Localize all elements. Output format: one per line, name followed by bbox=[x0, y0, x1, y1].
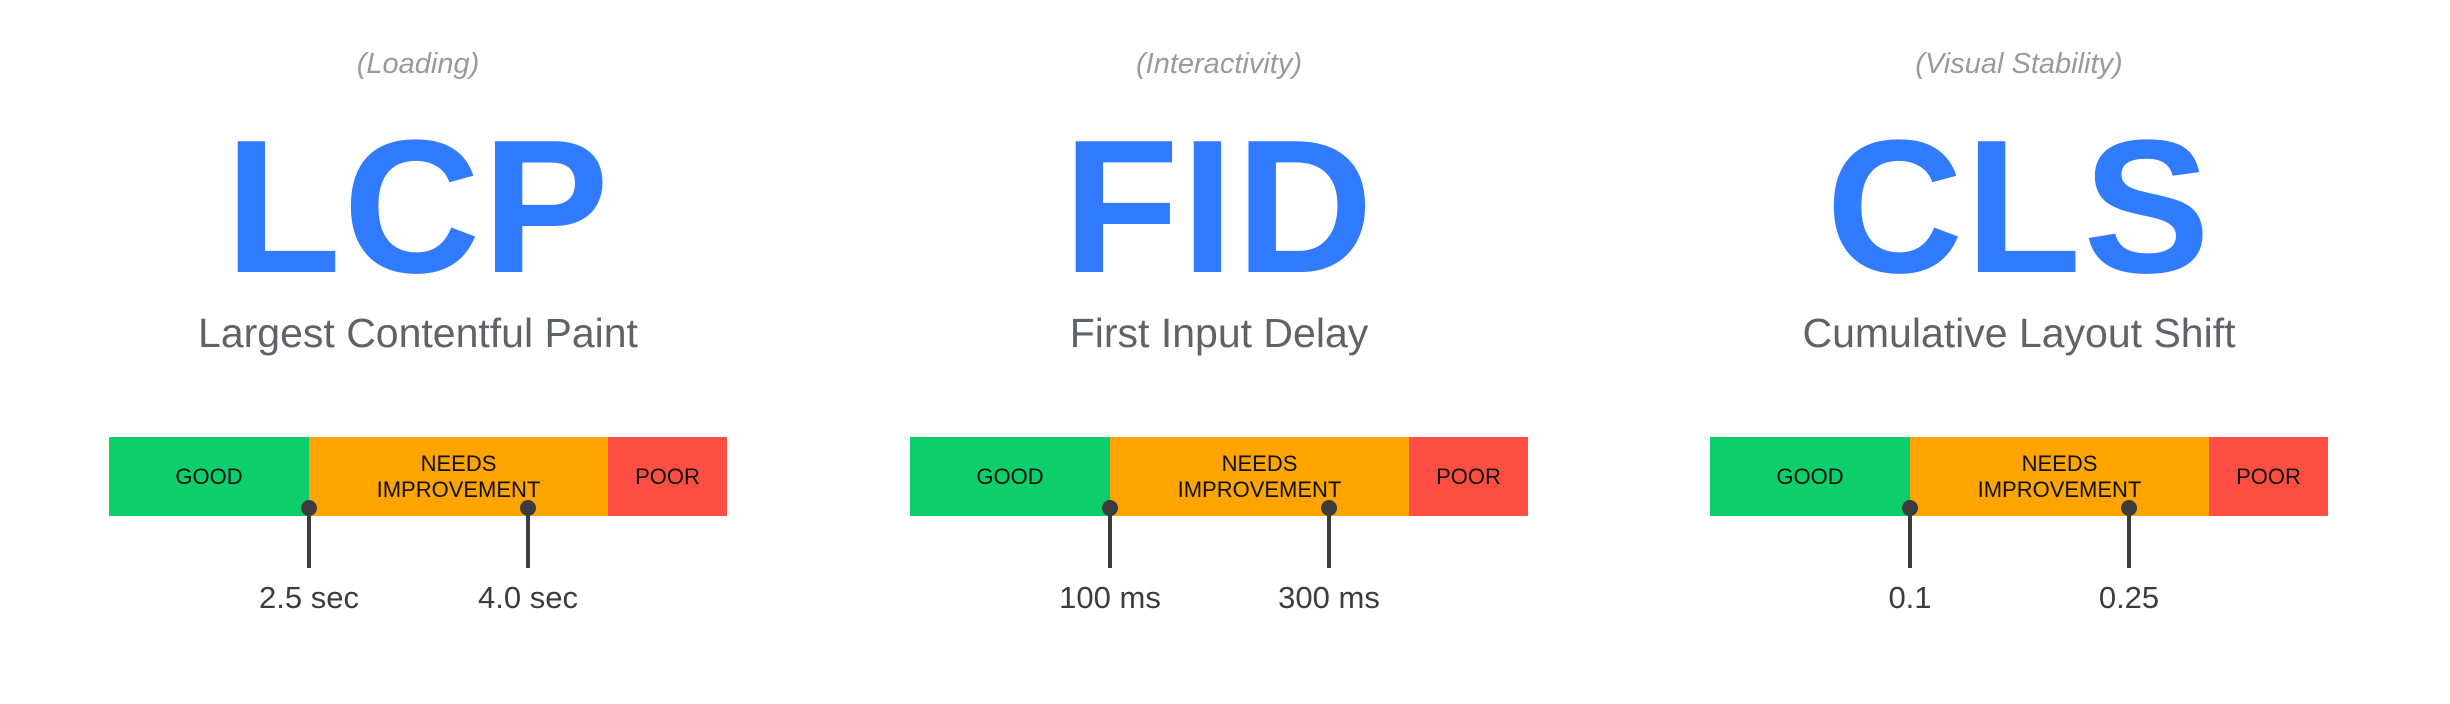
marker-line bbox=[307, 508, 311, 568]
metric-abbreviation: FID bbox=[1062, 101, 1376, 313]
segment-needs-improvement: NEEDS IMPROVEMENT bbox=[309, 437, 608, 516]
metric-category: (Interactivity) bbox=[1136, 48, 1302, 80]
metric-name: Largest Contentful Paint bbox=[198, 310, 638, 356]
threshold-label: 4.0 sec bbox=[478, 580, 578, 615]
threshold-label: 100 ms bbox=[1059, 580, 1161, 615]
segment-poor: POOR bbox=[608, 437, 727, 516]
marker-line bbox=[2127, 508, 2131, 568]
threshold-label: 0.25 bbox=[2098, 580, 2160, 615]
segment-needs-improvement: NEEDS IMPROVEMENT bbox=[1110, 437, 1409, 516]
metric-name: Cumulative Layout Shift bbox=[1802, 310, 2236, 356]
marker-line bbox=[1327, 508, 1331, 568]
metric-panel-fid: (Interactivity) FID First Input Delay GO… bbox=[910, 0, 1528, 704]
metric-abbreviation: CLS bbox=[1826, 101, 2212, 313]
segment-good: GOOD bbox=[1710, 437, 1910, 516]
threshold-bar: GOOD NEEDS IMPROVEMENT POOR bbox=[109, 437, 727, 516]
segment-needs-improvement: NEEDS IMPROVEMENT bbox=[1910, 437, 2209, 516]
metric-panel-lcp: (Loading) LCP Largest Contentful Paint G… bbox=[109, 0, 727, 704]
segment-poor: POOR bbox=[1409, 437, 1528, 516]
metric-panel-cls: (Visual Stability) CLS Cumulative Layout… bbox=[1710, 0, 2328, 704]
marker-line bbox=[1908, 508, 1912, 568]
metric-abbreviation: LCP bbox=[225, 101, 611, 313]
threshold-bar: GOOD NEEDS IMPROVEMENT POOR bbox=[1710, 437, 2328, 516]
segment-good: GOOD bbox=[910, 437, 1110, 516]
threshold-bar: GOOD NEEDS IMPROVEMENT POOR bbox=[910, 437, 1528, 516]
marker-line bbox=[526, 508, 530, 568]
threshold-label: 0.1 bbox=[1888, 580, 1932, 615]
threshold-label: 300 ms bbox=[1278, 580, 1380, 615]
metric-name: First Input Delay bbox=[1069, 310, 1369, 356]
threshold-label: 2.5 sec bbox=[259, 580, 359, 615]
segment-poor: POOR bbox=[2209, 437, 2328, 516]
segment-good: GOOD bbox=[109, 437, 309, 516]
metric-category: (Loading) bbox=[356, 48, 480, 80]
metric-category: (Visual Stability) bbox=[1915, 48, 2123, 80]
marker-line bbox=[1108, 508, 1112, 568]
